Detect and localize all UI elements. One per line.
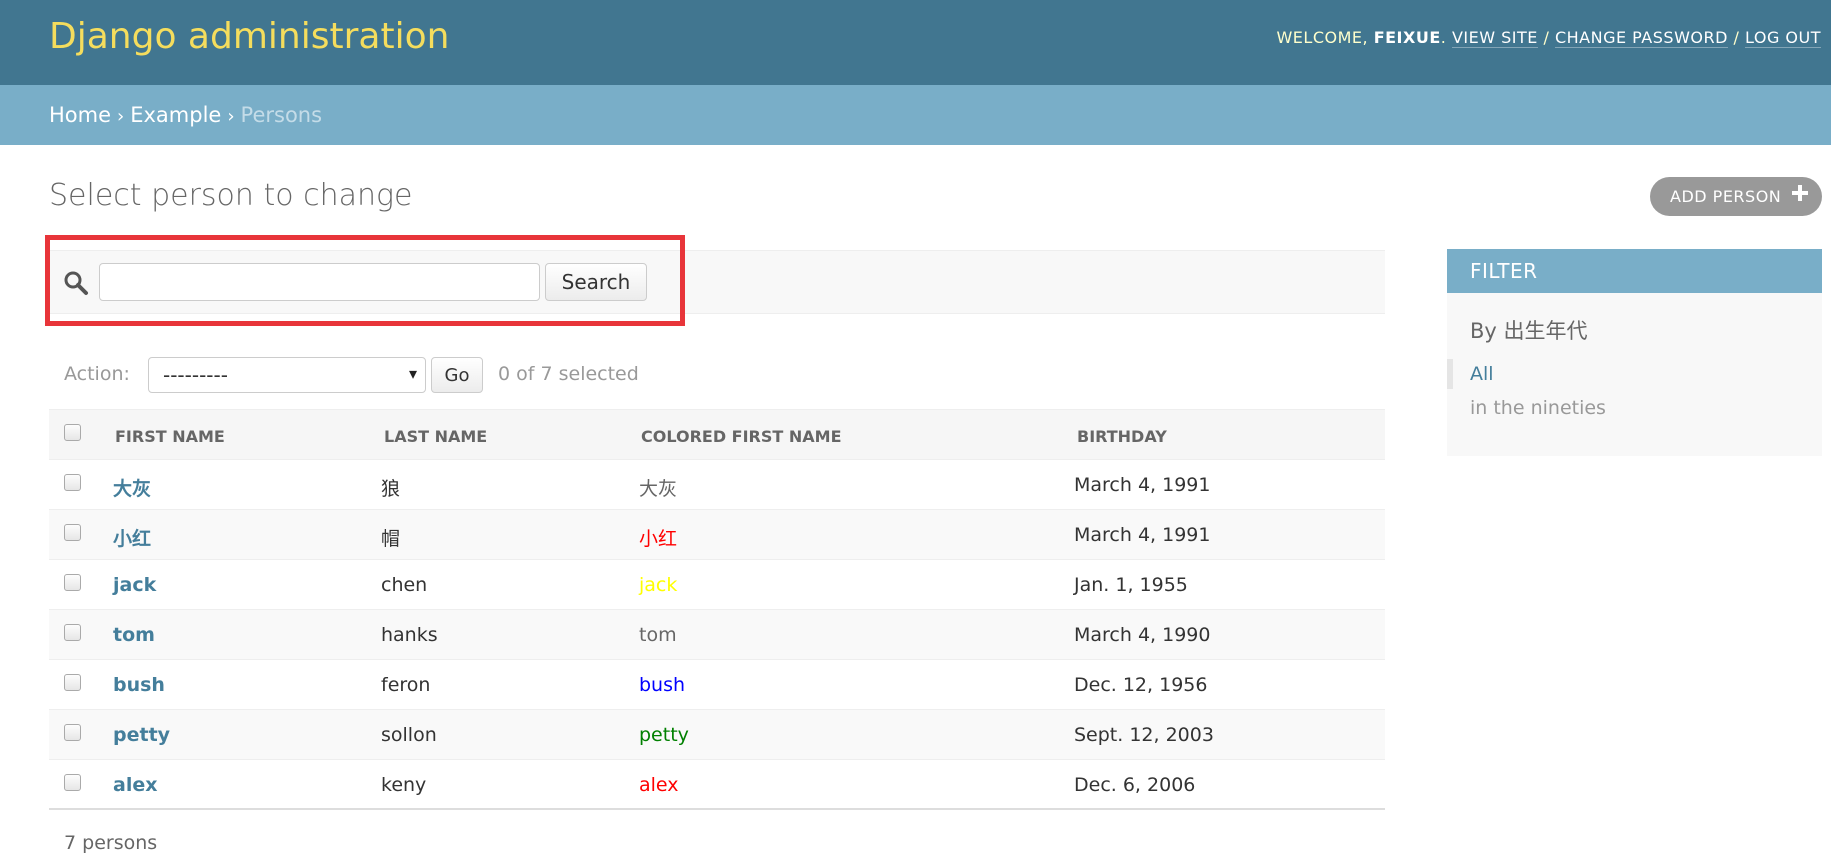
colored-first-name-cell: 小红 [639,528,678,550]
action-label: Action: [64,363,130,385]
user-tools: WELCOME, FEIXUE. VIEW SITE / CHANGE PASS… [1276,28,1821,48]
birthday-cell: Jan. 1, 1955 [1074,574,1188,596]
table-row: bush feron bush Dec. 12, 1956 [49,660,1385,710]
welcome-text: WELCOME, [1276,28,1369,47]
filter-option-nineties[interactable]: in the nineties [1470,397,1606,419]
birthday-cell: Dec. 12, 1956 [1074,674,1208,696]
first-name-link[interactable]: petty [113,724,170,746]
row-checkbox[interactable] [64,574,81,591]
table-body: 大灰 狼 大灰 March 4, 1991 小红 帽 小红 March 4, 1991 jack… [49,460,1385,810]
colored-first-name-cell: alex [639,774,679,796]
plus-icon [1792,185,1808,201]
first-name-link[interactable]: jack [113,574,156,596]
column-header-last-name: LAST NAME [384,427,488,446]
search-icon [64,271,88,295]
breadcrumb-app[interactable]: Example [130,103,221,127]
colored-first-name-cell: petty [639,724,689,746]
first-name-link[interactable]: alex [113,774,157,796]
first-name-link[interactable]: 大灰 [113,474,151,501]
row-checkbox[interactable] [64,674,81,691]
row-checkbox[interactable] [64,774,81,791]
breadcrumb-current: Persons [240,103,323,127]
birthday-cell: Sept. 12, 2003 [1074,724,1214,746]
site-branding[interactable]: Django administration [49,16,449,57]
filter-by-label: By 出生年代 [1470,319,1588,343]
row-checkbox[interactable] [64,624,81,641]
filter-panel: FILTER By 出生年代 All in the nineties [1447,249,1822,456]
go-button[interactable]: Go [431,357,483,393]
username: FEIXUE [1373,28,1441,47]
last-name-cell: sollon [381,724,437,746]
last-name-cell: keny [381,774,427,796]
colored-first-name-cell: tom [639,624,677,646]
table-row: alex keny alex Dec. 6, 2006 [49,760,1385,810]
log-out-link[interactable]: LOG OUT [1745,28,1821,48]
filter-option-all[interactable]: All [1470,363,1494,385]
birthday-cell: March 4, 1991 [1074,524,1211,546]
birthday-cell: Dec. 6, 2006 [1074,774,1196,796]
first-name-link[interactable]: bush [113,674,165,696]
search-input[interactable] [99,263,540,301]
add-person-label: ADD PERSON [1670,187,1782,206]
selected-count: 0 of 7 selected [498,363,639,385]
view-site-link[interactable]: VIEW SITE [1451,28,1538,48]
breadcrumb-sep: › [227,106,235,127]
breadcrumb: Home › Example › Persons [0,85,1831,145]
table-row: tom hanks tom March 4, 1990 [49,610,1385,660]
colored-first-name-cell: bush [639,674,686,696]
user-tools-sep: / [1543,28,1550,47]
filter-title: FILTER [1447,249,1822,293]
table-row: 大灰 狼 大灰 March 4, 1991 [49,460,1385,510]
last-name-cell: 帽 [381,528,401,550]
row-checkbox[interactable] [64,524,81,541]
chevron-down-icon: ▾ [408,364,417,383]
table-header: FIRST NAME LAST NAME COLORED FIRST NAME … [49,409,1385,460]
colored-first-name-cell: jack [639,574,678,596]
table-row: petty sollon petty Sept. 12, 2003 [49,710,1385,760]
colored-first-name-cell: 大灰 [639,478,678,500]
action-selected-option: --------- [163,363,228,387]
last-name-cell: hanks [381,624,438,646]
header: Django administration WELCOME, FEIXUE. V… [0,0,1831,85]
welcome-period: . [1440,28,1447,47]
change-password-link[interactable]: CHANGE PASSWORD [1554,28,1728,48]
row-checkbox[interactable] [64,474,81,491]
column-header-colored-first-name: COLORED FIRST NAME [641,427,842,446]
breadcrumb-sep: › [117,106,125,127]
birthday-cell: March 4, 1991 [1074,474,1211,496]
last-name-cell: 狼 [381,478,401,500]
action-select[interactable]: --------- ▾ [148,357,426,393]
table-row: 小红 帽 小红 March 4, 1991 [49,510,1385,560]
result-count: 7 persons [64,832,158,854]
first-name-link[interactable]: 小红 [113,524,151,551]
column-header-first-name[interactable]: FIRST NAME [115,427,225,446]
last-name-cell: feron [381,674,431,696]
row-checkbox[interactable] [64,724,81,741]
page-title: Select person to change [49,178,413,213]
select-all-checkbox[interactable] [64,424,81,441]
table-row: jack chen jack Jan. 1, 1955 [49,560,1385,610]
results-table: FIRST NAME LAST NAME COLORED FIRST NAME … [49,409,1385,810]
user-tools-sep: / [1733,28,1740,47]
birthday-cell: March 4, 1990 [1074,624,1211,646]
search-button[interactable]: Search [545,263,647,301]
breadcrumb-home[interactable]: Home [49,103,111,127]
first-name-link[interactable]: tom [113,624,155,646]
last-name-cell: chen [381,574,428,596]
filter-selected-indicator [1447,359,1453,389]
add-person-button[interactable]: ADD PERSON [1650,177,1822,216]
column-header-birthday[interactable]: BIRTHDAY [1077,427,1167,446]
